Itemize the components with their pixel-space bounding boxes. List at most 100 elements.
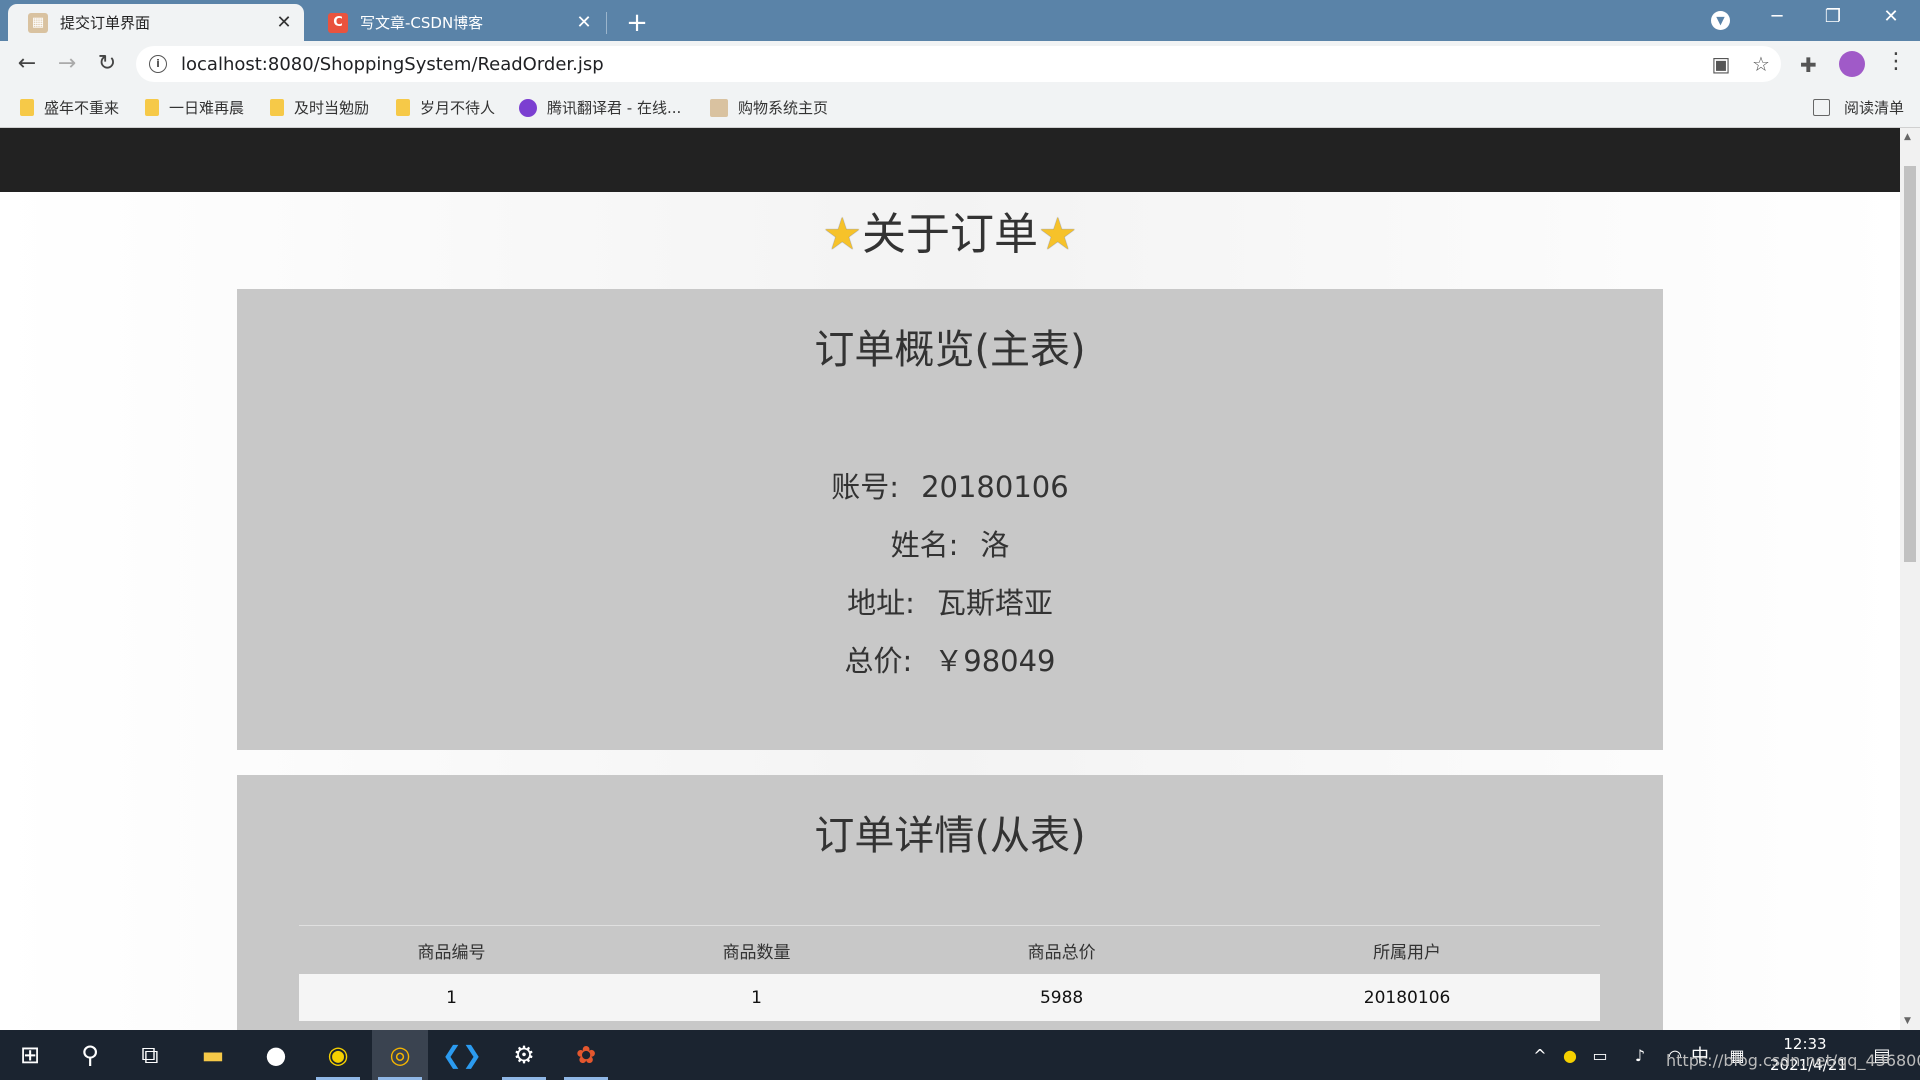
reading-list-label: 阅读清单 bbox=[1843, 99, 1904, 117]
column-header: 商品数量 bbox=[604, 925, 910, 974]
page-title-text: 关于订单 bbox=[862, 209, 1038, 260]
scroll-down-icon[interactable]: ▼ bbox=[1904, 1016, 1911, 1026]
search-icon[interactable]: ⚲ bbox=[62, 1030, 118, 1080]
bookmark-label: 岁月不待人 bbox=[420, 99, 496, 117]
detail-heading: 订单详情(从表) bbox=[814, 813, 1086, 859]
app-icon[interactable]: ✿ bbox=[558, 1030, 614, 1080]
address-bar[interactable]: i localhost:8080/ShoppingSystem/ReadOrde… bbox=[136, 46, 1781, 82]
bookmark-item[interactable]: 购物系统主页 bbox=[710, 97, 828, 118]
name-value: 洛 bbox=[980, 528, 1010, 562]
summary-heading: 订单概览(主表) bbox=[814, 327, 1086, 373]
bookmark-item[interactable]: 岁月不待人 bbox=[396, 97, 495, 118]
vertical-scrollbar[interactable]: ▲ ▼ bbox=[1900, 128, 1920, 1030]
total-row: 总价: ￥98049 bbox=[237, 638, 1663, 680]
table-header-row: 商品编号 商品数量 商品总价 所属用户 bbox=[299, 925, 1600, 974]
bookmark-label: 盛年不重来 bbox=[44, 99, 120, 117]
bookmark-item[interactable]: 及时当勉励 bbox=[270, 97, 369, 118]
browser-menu-icon[interactable]: ⋮ bbox=[1885, 49, 1907, 74]
address-row: 地址: 瓦斯塔亚 bbox=[237, 580, 1663, 622]
order-detail-panel: 订单详情(从表) 商品编号 商品数量 商品总价 所属用户 1 1 5988 20… bbox=[237, 775, 1663, 1030]
csdn-watermark: https://blog.csdn.net/qq_43680063 bbox=[1666, 1051, 1920, 1070]
name-row: 姓名: 洛 bbox=[237, 522, 1663, 564]
order-summary-panel: 订单概览(主表) 账号: 20180106 姓名: 洛 地址: 瓦斯塔亚 总价: ￥98… bbox=[237, 289, 1663, 750]
close-tab-icon[interactable]: ✕ bbox=[274, 12, 294, 33]
tab-bar: ▦ 提交订单界面 ✕ C 写文章-CSDN博客 ✕ + ▼ ─ ❐ ✕ bbox=[0, 0, 1920, 41]
qr-code-icon[interactable]: ▣ bbox=[1701, 52, 1741, 76]
star-icon: ★ bbox=[822, 209, 862, 260]
vscode-icon[interactable]: ❮❯ bbox=[434, 1030, 490, 1080]
forward-icon[interactable]: → bbox=[52, 49, 82, 79]
close-window-icon[interactable]: ✕ bbox=[1871, 6, 1911, 27]
page-viewport: ★关于订单★ 订单概览(主表) 账号: 20180106 姓名: 洛 地址: 瓦斯塔亚… bbox=[0, 128, 1900, 1030]
bookmark-label: 腾讯翻译君 - 在线... bbox=[547, 99, 682, 117]
column-header: 商品总价 bbox=[909, 925, 1215, 974]
url-text[interactable]: localhost:8080/ShoppingSystem/ReadOrder.… bbox=[181, 54, 1701, 75]
address-value: 瓦斯塔亚 bbox=[936, 586, 1053, 620]
qq-icon[interactable]: ● bbox=[248, 1030, 304, 1080]
bookmark-item[interactable]: 盛年不重来 bbox=[20, 97, 119, 118]
task-view-icon[interactable]: ⧉ bbox=[122, 1030, 178, 1080]
name-label: 姓名: bbox=[890, 528, 959, 562]
browser-toolbar: ← → ↻ i localhost:8080/ShoppingSystem/Re… bbox=[0, 41, 1920, 87]
tab-submit-order[interactable]: ▦ 提交订单界面 ✕ bbox=[8, 4, 304, 41]
column-header: 商品编号 bbox=[299, 925, 605, 974]
reload-icon[interactable]: ↻ bbox=[92, 49, 122, 79]
site-info-icon[interactable]: i bbox=[149, 55, 167, 73]
tray-app-icon[interactable]: ● bbox=[1555, 1030, 1585, 1080]
column-header: 所属用户 bbox=[1214, 925, 1600, 974]
back-icon[interactable]: ← bbox=[12, 49, 42, 79]
total-value: ￥98049 bbox=[934, 644, 1056, 678]
table-cell: 5988 bbox=[909, 974, 1215, 1021]
qq-browser-icon[interactable]: ◉ bbox=[310, 1030, 366, 1080]
table-cell: 1 bbox=[604, 974, 910, 1021]
csdn-favicon-icon: C bbox=[328, 12, 348, 33]
folder-icon bbox=[20, 99, 34, 116]
tab-search-icon[interactable]: ▼ bbox=[1711, 11, 1730, 30]
tab-separator bbox=[606, 12, 607, 34]
shop-favicon-icon bbox=[710, 98, 728, 117]
start-icon[interactable]: ⊞ bbox=[2, 1030, 58, 1080]
settings-gear-icon[interactable]: ⚙ bbox=[496, 1030, 552, 1080]
tab-title: 提交订单界面 bbox=[60, 14, 151, 32]
reading-list-icon bbox=[1812, 99, 1830, 116]
total-label: 总价: bbox=[844, 644, 913, 678]
restore-icon[interactable]: ❐ bbox=[1813, 6, 1853, 27]
battery-icon[interactable]: ▭ bbox=[1585, 1030, 1615, 1080]
bookmark-label: 购物系统主页 bbox=[738, 99, 829, 117]
translate-icon bbox=[519, 98, 537, 117]
minimize-icon[interactable]: ─ bbox=[1757, 6, 1797, 27]
page-favicon-icon: ▦ bbox=[28, 12, 48, 33]
tab-csdn[interactable]: C 写文章-CSDN博客 ✕ bbox=[308, 4, 604, 41]
account-label: 账号: bbox=[831, 470, 900, 504]
table-cell: 20180106 bbox=[1214, 974, 1600, 1021]
bookmark-label: 及时当勉励 bbox=[294, 99, 370, 117]
star-icon: ★ bbox=[1038, 209, 1078, 260]
chrome-icon[interactable]: ◎ bbox=[372, 1030, 428, 1080]
new-tab-button[interactable]: + bbox=[623, 8, 651, 38]
bookmark-item[interactable]: 一日难再晨 bbox=[145, 97, 244, 118]
bookmark-label: 一日难再晨 bbox=[169, 99, 245, 117]
bookmark-item[interactable]: 腾讯翻译君 - 在线... bbox=[519, 97, 681, 118]
scrollbar-thumb[interactable] bbox=[1904, 166, 1916, 562]
profile-avatar[interactable] bbox=[1839, 51, 1865, 77]
folder-icon bbox=[270, 99, 284, 116]
table-row: 1 1 5988 20180106 bbox=[299, 974, 1600, 1021]
folder-icon bbox=[396, 99, 410, 116]
reading-list-button[interactable]: 阅读清单 bbox=[1812, 97, 1904, 118]
tab-title: 写文章-CSDN博客 bbox=[360, 14, 484, 32]
address-label: 地址: bbox=[847, 586, 915, 620]
page-title: ★关于订单★ bbox=[0, 198, 1900, 260]
extensions-icon[interactable]: ✚ bbox=[1800, 53, 1817, 77]
close-tab-icon[interactable]: ✕ bbox=[574, 12, 594, 33]
volume-icon[interactable]: ♪ bbox=[1625, 1030, 1655, 1080]
scroll-up-icon[interactable]: ▲ bbox=[1904, 132, 1911, 142]
bookmarks-bar: 盛年不重来 一日难再晨 及时当勉励 岁月不待人 腾讯翻译君 - 在线... 购物… bbox=[0, 87, 1920, 128]
site-header-bar bbox=[0, 128, 1900, 192]
bookmark-star-icon[interactable]: ☆ bbox=[1741, 52, 1781, 76]
windows-taskbar: ⊞ ⚲ ⧉ ▬ ● ◉ ◎ ❮❯ ⚙ ✿ ^ ● ▭ ♪ ◠ 中 ▦ 12:33… bbox=[0, 1030, 1920, 1080]
folder-icon bbox=[145, 99, 159, 116]
file-explorer-icon[interactable]: ▬ bbox=[185, 1030, 241, 1080]
account-value: 20180106 bbox=[921, 470, 1069, 504]
table-cell: 1 bbox=[299, 974, 605, 1021]
show-hidden-icons-icon[interactable]: ^ bbox=[1525, 1030, 1555, 1080]
